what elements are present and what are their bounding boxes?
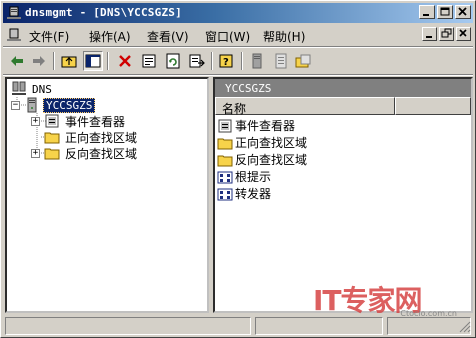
refresh-button[interactable]: [163, 51, 183, 71]
svg-text:?: ?: [223, 57, 229, 68]
server-icon: [252, 53, 262, 69]
list-item[interactable]: 事件查看器: [217, 117, 295, 134]
delete-button[interactable]: [115, 51, 135, 71]
toolbar-separator: [53, 52, 55, 70]
forward-button[interactable]: [29, 51, 49, 71]
watermark-logo: IT专家网 Ctocio.com.cn: [313, 279, 463, 318]
list-item-label: 反向查找区域: [235, 153, 308, 167]
close-button[interactable]: [455, 5, 471, 19]
toolbar-separator-line: [3, 74, 473, 76]
toolbar-separator: [107, 52, 109, 70]
list-item-label: 根提示: [235, 170, 272, 184]
expand-toggle[interactable]: +: [31, 148, 40, 158]
details-pane[interactable]: YCCSGZS 名称 事件查看器 正向查找区域 反向查找区域 根提示 转发器: [213, 77, 473, 313]
column-header-empty[interactable]: [395, 97, 471, 115]
details-title: YCCSGZS: [225, 82, 272, 95]
server-button[interactable]: [247, 51, 267, 71]
list-item-label: 正向查找区域: [235, 136, 308, 150]
close-icon: [459, 29, 467, 37]
tree-node-forward-zones[interactable]: 正向查找区域: [44, 129, 139, 145]
tree-node-event-viewer[interactable]: + 事件查看器: [31, 113, 127, 129]
help-button[interactable]: ?: [217, 51, 237, 71]
tree-node-server[interactable]: − YCCSGZS: [11, 97, 96, 113]
minimize-icon: [423, 14, 429, 16]
zone-file-button[interactable]: [271, 51, 291, 71]
properties-button[interactable]: [139, 51, 159, 71]
child-minimize-button[interactable]: [422, 27, 437, 41]
list-item[interactable]: 反向查找区域: [217, 151, 307, 168]
dns-doc-icon[interactable]: [7, 28, 21, 42]
menu-file[interactable]: 文件(F): [29, 28, 69, 45]
minimize-icon: [426, 36, 432, 38]
column-header-name[interactable]: 名称: [215, 97, 395, 116]
event-viewer-icon: [217, 118, 233, 134]
refresh-icon: [166, 53, 180, 69]
zone-file-icon: [275, 53, 287, 69]
show-hide-tree-icon: [85, 54, 101, 68]
delete-icon: [119, 55, 131, 67]
list-item[interactable]: 正向查找区域: [217, 134, 307, 151]
status-cell-main: [5, 317, 251, 335]
export-list-icon: [189, 54, 205, 68]
minimize-button[interactable]: [419, 5, 435, 19]
status-bar: [3, 317, 473, 335]
status-cell-secondary: [255, 317, 383, 335]
collapse-toggle[interactable]: −: [11, 100, 20, 110]
toolbar-separator: [211, 52, 213, 70]
forward-arrow-icon: [33, 56, 45, 66]
resize-grip-icon[interactable]: [459, 321, 471, 333]
child-close-button[interactable]: [456, 27, 471, 41]
folder-icon: [44, 129, 60, 145]
list-item-label: 事件查看器: [235, 119, 296, 133]
show-hide-tree-button[interactable]: [83, 51, 103, 71]
folder-icon: [44, 145, 60, 161]
list-item[interactable]: 转发器: [217, 185, 271, 202]
up-one-level-button[interactable]: [59, 51, 79, 71]
menu-separator: [3, 46, 473, 48]
console-tree-pane[interactable]: DNS − YCCSGZS + 事件查看器 正向查找区域 + 反向查找区域: [5, 77, 209, 313]
list-item[interactable]: 根提示: [217, 168, 271, 185]
menu-bar: 文件(F) 操作(A) 查看(V) 窗口(W) 帮助(H): [3, 25, 473, 45]
list-item-label: 转发器: [235, 187, 272, 201]
folder-icon: [217, 135, 233, 151]
folder-zone-button[interactable]: [293, 51, 313, 71]
back-arrow-icon: [11, 56, 23, 66]
tree-label-server: YCCSGZS: [43, 97, 96, 113]
tree-label-forward-zones: 正向查找区域: [65, 130, 138, 145]
menu-help[interactable]: 帮助(H): [263, 28, 305, 45]
restore-icon: [441, 28, 452, 38]
column-header-label: 名称: [222, 102, 247, 116]
back-button[interactable]: [7, 51, 27, 71]
export-list-button[interactable]: [187, 51, 207, 71]
child-restore-button[interactable]: [439, 27, 454, 41]
maximize-icon: [440, 7, 450, 16]
menu-window[interactable]: 窗口(W): [205, 28, 250, 45]
details-header: YCCSGZS: [215, 79, 471, 97]
title-bar[interactable]: dnsmgmt - [DNS\YCCSGZS]: [3, 3, 473, 23]
folder-zone-icon: [295, 54, 311, 68]
tree-node-reverse-zones[interactable]: + 反向查找区域: [31, 145, 139, 161]
tree-label-event-viewer: 事件查看器: [65, 114, 126, 129]
toolbar: ?: [3, 49, 473, 73]
properties-icon: [142, 54, 156, 68]
root-hints-icon: [217, 169, 233, 185]
server-icon: [24, 97, 40, 113]
tree-label-reverse-zones: 反向查找区域: [65, 146, 138, 161]
dns-app-icon: [7, 6, 21, 20]
mmc-window: dnsmgmt - [DNS\YCCSGZS] 文件(F) 操作(A) 查看(V…: [0, 0, 476, 338]
close-icon: [458, 7, 467, 16]
forwarders-icon: [217, 186, 233, 202]
window-title: dnsmgmt - [DNS\YCCSGZS]: [25, 6, 182, 19]
event-viewer-icon: [44, 113, 60, 129]
folder-icon: [217, 152, 233, 168]
maximize-button[interactable]: [437, 5, 453, 19]
expand-toggle[interactable]: +: [31, 116, 40, 126]
menu-action[interactable]: 操作(A): [89, 28, 131, 45]
menu-view[interactable]: 查看(V): [147, 28, 189, 45]
help-icon: ?: [219, 54, 233, 68]
up-folder-icon: [61, 56, 77, 68]
toolbar-separator: [241, 52, 243, 70]
